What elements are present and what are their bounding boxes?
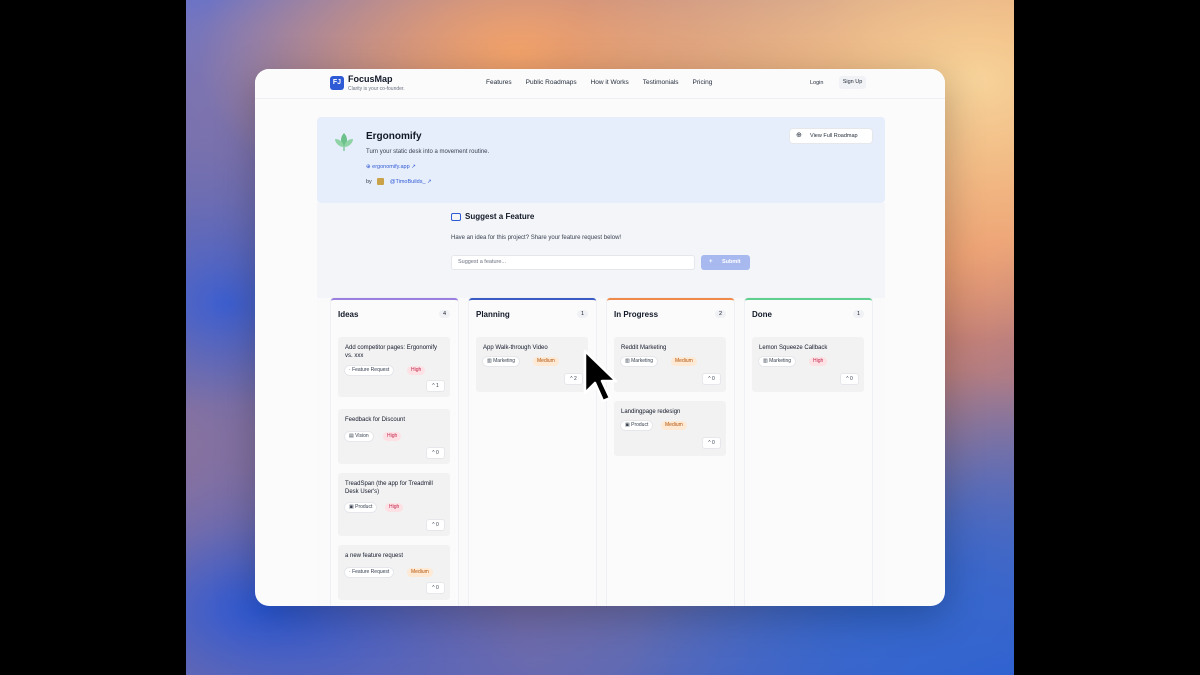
nav-link-public-roadmaps[interactable]: Public Roadmaps <box>526 79 577 86</box>
column-ideas: Ideas 4 Add competitor pages: Ergonomify… <box>331 298 458 606</box>
card-title: TreadSpan (the app for Treadmill Desk Us… <box>345 481 433 495</box>
upvote-button[interactable]: ^ 0 <box>427 520 444 530</box>
priority-badge: High <box>383 432 402 441</box>
by-label: by <box>366 178 372 185</box>
column-count: 1 <box>576 310 588 318</box>
login-link[interactable]: Login <box>810 80 823 86</box>
project-name: Ergonomify <box>366 131 422 142</box>
category-tag: · Feature Request <box>345 366 394 375</box>
category-tag: ▥ Marketing <box>759 357 796 366</box>
project-url-link[interactable]: ⊕ ergonomify.app ↗ <box>366 164 416 170</box>
suggest-description: Have an idea for this project? Share you… <box>451 235 622 241</box>
column-title: Ideas <box>338 310 359 319</box>
feature-card[interactable]: Add competitor pages: Ergonomify vs. xxx… <box>338 337 450 397</box>
mouse-cursor-icon <box>583 349 618 403</box>
column-in-progress: In Progress 2 Reddit Marketing ▥ Marketi… <box>607 298 734 606</box>
upvote-button[interactable]: ^ 0 <box>427 448 444 458</box>
chevron-up-icon: ^ <box>432 522 435 528</box>
feature-card[interactable]: a new feature request · Feature Request … <box>338 545 450 600</box>
priority-badge: High <box>385 503 404 512</box>
external-link-icon: ↗ <box>411 164 416 170</box>
brand-name[interactable]: FocusMap <box>348 74 393 84</box>
nav-link-features[interactable]: Features <box>486 79 512 86</box>
suggest-title: Suggest a Feature <box>465 212 535 221</box>
logo-icon[interactable]: FJ <box>330 76 344 90</box>
upvote-button[interactable]: ^ 2 <box>565 374 582 384</box>
column-title: In Progress <box>614 310 659 319</box>
column-title: Done <box>752 310 772 319</box>
nav-links: Features Public Roadmaps How it Works Te… <box>486 79 712 86</box>
priority-badge: High <box>407 366 426 375</box>
feature-card[interactable]: Reddit Marketing ▥ Marketing Medium ^ 0 <box>614 337 726 392</box>
upvote-button[interactable]: ^ 0 <box>703 438 720 448</box>
signup-button[interactable]: Sign Up <box>839 76 866 89</box>
top-nav: FJ FocusMap Clarity is your co-founder. … <box>255 69 945 99</box>
project-header: Ergonomify Turn your static desk into a … <box>317 117 885 203</box>
card-title: a new feature request <box>345 553 404 559</box>
globe-icon: ⊕ <box>366 164 371 170</box>
column-done: Done 1 Lemon Squeeze Callback ▥ Marketin… <box>745 298 872 606</box>
card-title: App Walk-through Video <box>483 345 548 351</box>
plus-icon: + <box>709 259 713 265</box>
feature-card[interactable]: Lemon Squeeze Callback ▥ Marketing High … <box>752 337 864 392</box>
upvote-button[interactable]: ^ 0 <box>841 374 858 384</box>
card-title: Reddit Marketing <box>621 345 667 351</box>
card-title: Lemon Squeeze Callback <box>759 345 828 351</box>
project-url-text: ergonomify.app <box>372 164 410 170</box>
column-count: 2 <box>714 310 726 318</box>
chevron-up-icon: ^ <box>432 383 435 389</box>
upvote-button[interactable]: ^ 0 <box>703 374 720 384</box>
card-title: Feedback for Discount <box>345 417 406 423</box>
chevron-up-icon: ^ <box>432 585 435 591</box>
project-author: by @TimoBuilds_ ↗ <box>366 178 432 185</box>
roadmap-board: Ideas 4 Add competitor pages: Ergonomify… <box>317 298 885 606</box>
chevron-up-icon: ^ <box>708 376 711 382</box>
nav-link-how-it-works[interactable]: How it Works <box>591 79 629 86</box>
browser-window: FJ FocusMap Clarity is your co-founder. … <box>255 69 945 606</box>
leaf-logo-icon <box>335 133 353 151</box>
card-title: Landingpage redesign <box>621 409 681 415</box>
category-tag: ▤ Vision <box>345 432 373 441</box>
category-tag: ▣ Product <box>621 421 653 430</box>
upvote-button[interactable]: ^ 1 <box>427 381 444 391</box>
suggest-feature-section: Suggest a Feature Have an idea for this … <box>317 203 885 298</box>
priority-badge: Medium <box>661 421 687 430</box>
author-avatar <box>377 178 385 185</box>
priority-badge: Medium <box>533 357 559 366</box>
nav-link-testimonials[interactable]: Testimonials <box>643 79 679 86</box>
priority-badge: High <box>809 357 828 366</box>
category-tag: ▥ Marketing <box>483 357 520 366</box>
feature-card[interactable]: App Walk-through Video ▥ Marketing Mediu… <box>476 337 588 392</box>
column-count: 4 <box>438 310 450 318</box>
view-full-roadmap-label: View Full Roadmap <box>810 133 858 139</box>
card-title: Add competitor pages: Ergonomify vs. xxx <box>345 345 438 359</box>
column-count: 1 <box>852 310 864 318</box>
feature-card[interactable]: Feedback for Discount ▤ Vision High ^ 0 <box>338 409 450 464</box>
chevron-up-icon: ^ <box>708 440 711 446</box>
chevron-up-icon: ^ <box>432 450 435 456</box>
nav-link-pricing[interactable]: Pricing <box>693 79 713 86</box>
column-planning: Planning 1 App Walk-through Video ▥ Mark… <box>469 298 596 606</box>
category-tag: · Feature Request <box>345 568 394 577</box>
brand-tagline: Clarity is your co-founder. <box>348 86 405 92</box>
globe-icon: ⊕ <box>796 132 802 139</box>
suggest-feature-input[interactable]: Suggest a feature... <box>451 255 695 270</box>
feature-card[interactable]: Landingpage redesign ▣ Product Medium ^ … <box>614 401 726 456</box>
chevron-up-icon: ^ <box>570 376 573 382</box>
category-tag: ▥ Marketing <box>621 357 658 366</box>
upvote-button[interactable]: ^ 0 <box>427 583 444 593</box>
chevron-up-icon: ^ <box>846 376 849 382</box>
feature-card[interactable]: TreadSpan (the app for Treadmill Desk Us… <box>338 473 450 536</box>
author-handle-link[interactable]: @TimoBuilds_ <box>390 179 426 185</box>
column-title: Planning <box>476 310 510 319</box>
external-link-icon: ↗ <box>427 178 432 185</box>
priority-badge: Medium <box>671 357 697 366</box>
project-description: Turn your static desk into a movement ro… <box>366 149 490 155</box>
priority-badge: Medium <box>407 568 433 577</box>
chat-bubble-icon <box>451 213 461 221</box>
submit-label: Submit <box>722 259 741 265</box>
view-full-roadmap-button[interactable]: ⊕ View Full Roadmap <box>790 129 872 143</box>
category-tag: ▣ Product <box>345 503 377 512</box>
submit-button[interactable]: + Submit <box>701 255 750 270</box>
